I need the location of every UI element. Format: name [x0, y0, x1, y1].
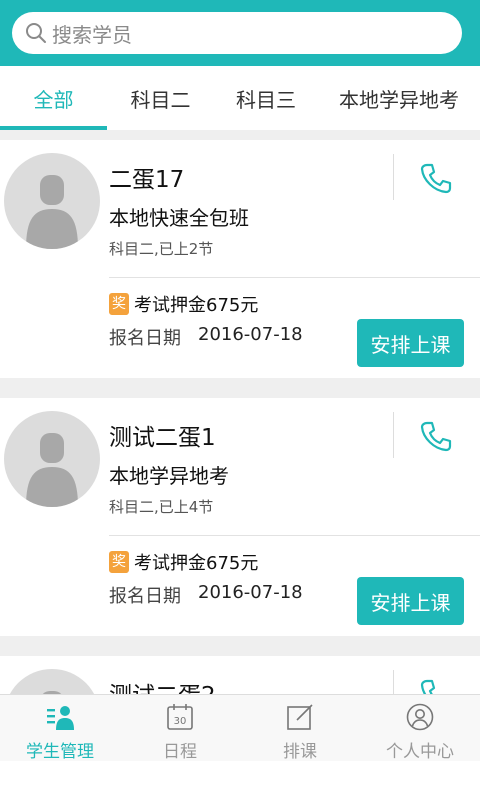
search-placeholder: 搜索学员 [52, 22, 132, 47]
student-name: 测试二蛋1 [109, 425, 216, 451]
exam-deposit: 考试押金675元 [134, 295, 259, 316]
nav-label: 个人中心 [386, 742, 454, 762]
nav-label: 日程 [163, 742, 197, 762]
nav-student-management[interactable]: 学生管理 [0, 695, 120, 762]
student-progress: 科目二,已上4节 [109, 498, 214, 516]
tab-remote-exam[interactable]: 本地学异地考 [318, 66, 480, 130]
nav-profile[interactable]: 个人中心 [360, 695, 480, 762]
calendar-day: 30 [174, 716, 187, 727]
reward-badge: 奖 [109, 293, 129, 315]
calendar-icon: 30 [167, 704, 193, 730]
student-name: 二蛋17 [109, 167, 185, 193]
phone-icon[interactable] [418, 676, 454, 696]
nav-label: 排课 [283, 742, 317, 762]
student-name: 测试二蛋2 [109, 683, 216, 696]
reward-badge: 奖 [109, 551, 129, 573]
exam-deposit: 考试押金675元 [134, 553, 259, 574]
tab-subject-two[interactable]: 科目二 [107, 66, 214, 130]
section-divider [0, 636, 480, 656]
phone-icon[interactable] [418, 160, 454, 196]
tab-all[interactable]: 全部 [0, 66, 107, 130]
enroll-date-label: 报名日期 [109, 328, 181, 349]
student-progress: 科目二,已上2节 [109, 240, 214, 258]
section-divider [0, 378, 480, 398]
vertical-divider [393, 670, 394, 696]
avatar-placeholder-icon [26, 433, 78, 507]
enroll-date: 2016-07-18 [198, 324, 303, 345]
tab-subject-three[interactable]: 科目三 [214, 66, 318, 130]
bottom-nav: 学生管理 30 日程 排课 个人中心 [0, 694, 480, 762]
avatar [4, 153, 100, 249]
search-icon [26, 23, 46, 43]
edit-icon [287, 704, 313, 730]
student-course: 本地学异地考 [109, 464, 229, 488]
avatar [4, 669, 100, 696]
student-card[interactable]: 测试二蛋2 [0, 656, 480, 696]
section-divider [0, 130, 480, 140]
student-card[interactable]: 二蛋17 本地快速全包班 科目二,已上2节 奖 考试押金675元 报名日期 20… [0, 140, 480, 378]
avatar-placeholder-icon [26, 175, 78, 249]
search-input[interactable]: 搜索学员 [12, 12, 462, 54]
students-icon [47, 706, 74, 730]
filter-tabs: 全部 科目二 科目三 本地学异地考 [0, 66, 480, 130]
avatar [4, 411, 100, 507]
schedule-class-button[interactable]: 安排上课 [357, 577, 464, 625]
nav-schedule[interactable]: 30 日程 [120, 695, 240, 762]
vertical-divider [393, 154, 394, 200]
avatar-placeholder-icon [41, 691, 63, 696]
nav-label: 学生管理 [26, 742, 94, 762]
enroll-date: 2016-07-18 [198, 582, 303, 603]
profile-icon [406, 703, 434, 731]
header: 搜索学员 [0, 0, 480, 66]
nav-arrange-class[interactable]: 排课 [240, 695, 360, 762]
card-divider [109, 535, 480, 536]
student-card[interactable]: 测试二蛋1 本地学异地考 科目二,已上4节 奖 考试押金675元 报名日期 20… [0, 398, 480, 636]
bottom-strip [0, 761, 480, 800]
student-course: 本地快速全包班 [109, 206, 249, 230]
phone-icon[interactable] [418, 418, 454, 454]
enroll-date-label: 报名日期 [109, 586, 181, 607]
card-divider [109, 277, 480, 278]
schedule-class-button[interactable]: 安排上课 [357, 319, 464, 367]
vertical-divider [393, 412, 394, 458]
